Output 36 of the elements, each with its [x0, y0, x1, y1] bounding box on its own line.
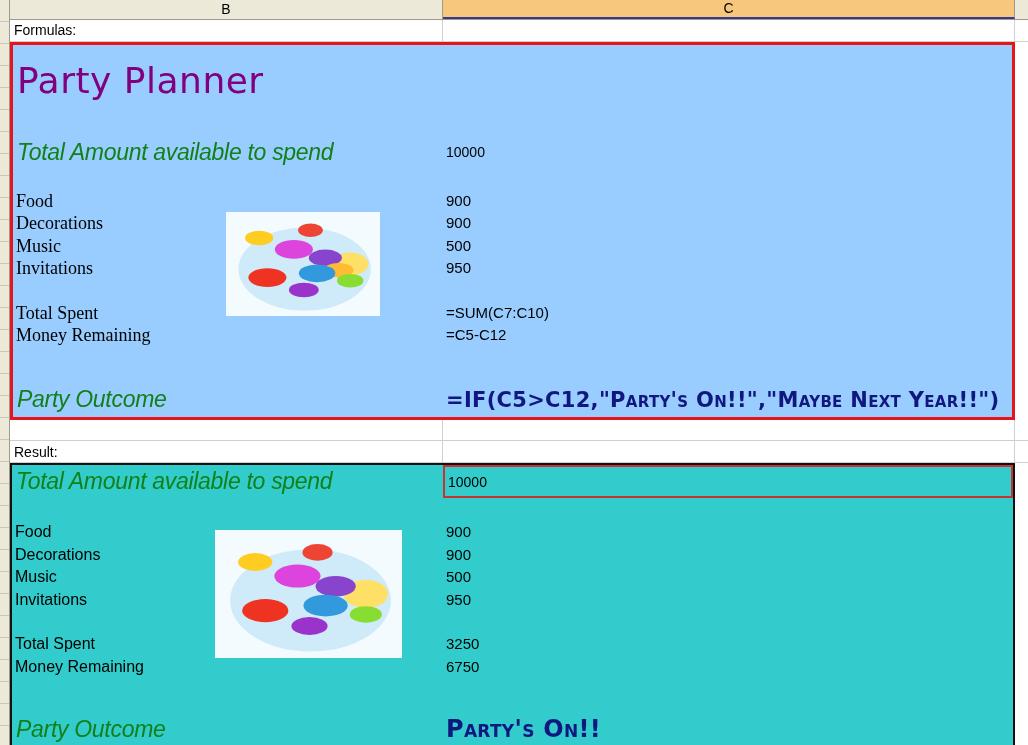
cell-value: 3250 — [445, 634, 481, 654]
cell-value: 500 — [445, 567, 473, 587]
outcome-label: Party Outcome — [16, 386, 168, 414]
cell-value: =SUM(C7:C10) — [445, 302, 550, 323]
item-label: Decorations — [14, 544, 102, 565]
item-label: Invitations — [15, 257, 94, 280]
summary-label: Total Spent — [14, 634, 97, 654]
cell-value: 10000 — [445, 144, 486, 161]
cell-value: 500 — [445, 235, 473, 256]
summary-label: Money Remaining — [14, 656, 145, 677]
total-label: Total Amount available to spend — [15, 468, 334, 495]
cell-value: 900 — [445, 213, 473, 234]
total-label: Total Amount available to spend — [16, 138, 335, 166]
outcome-value: =IF(C5>C12,"Party's On!!","Maybe Next Year!!") — [445, 387, 1001, 412]
active-cell[interactable]: 10000 — [443, 465, 1013, 498]
item-label: Music — [14, 567, 58, 587]
summary-label: Money Remaining — [15, 324, 152, 347]
cell-value: 900 — [445, 190, 473, 211]
column-header[interactable]: C — [443, 0, 1015, 19]
item-label: Music — [15, 234, 62, 258]
cell-value: 950 — [445, 258, 473, 279]
item-label: Food — [14, 522, 53, 542]
section-label: Formulas: — [14, 22, 77, 39]
summary-label: Total Spent — [15, 301, 100, 325]
item-label: Invitations — [14, 589, 89, 610]
cell-value: 900 — [445, 522, 473, 542]
outcome-value: Party's On!! — [445, 715, 603, 743]
sheet-title: Party Planner — [16, 60, 265, 102]
cell-value: 950 — [445, 589, 473, 610]
cell-value: 6750 — [445, 656, 481, 677]
item-label: Food — [15, 189, 54, 213]
item-label: Decorations — [15, 212, 104, 235]
section-label: Result: — [14, 443, 58, 460]
outcome-label: Party Outcome — [15, 715, 167, 743]
cell-value: 900 — [445, 544, 473, 565]
cell-value: =C5-C12 — [445, 325, 508, 346]
